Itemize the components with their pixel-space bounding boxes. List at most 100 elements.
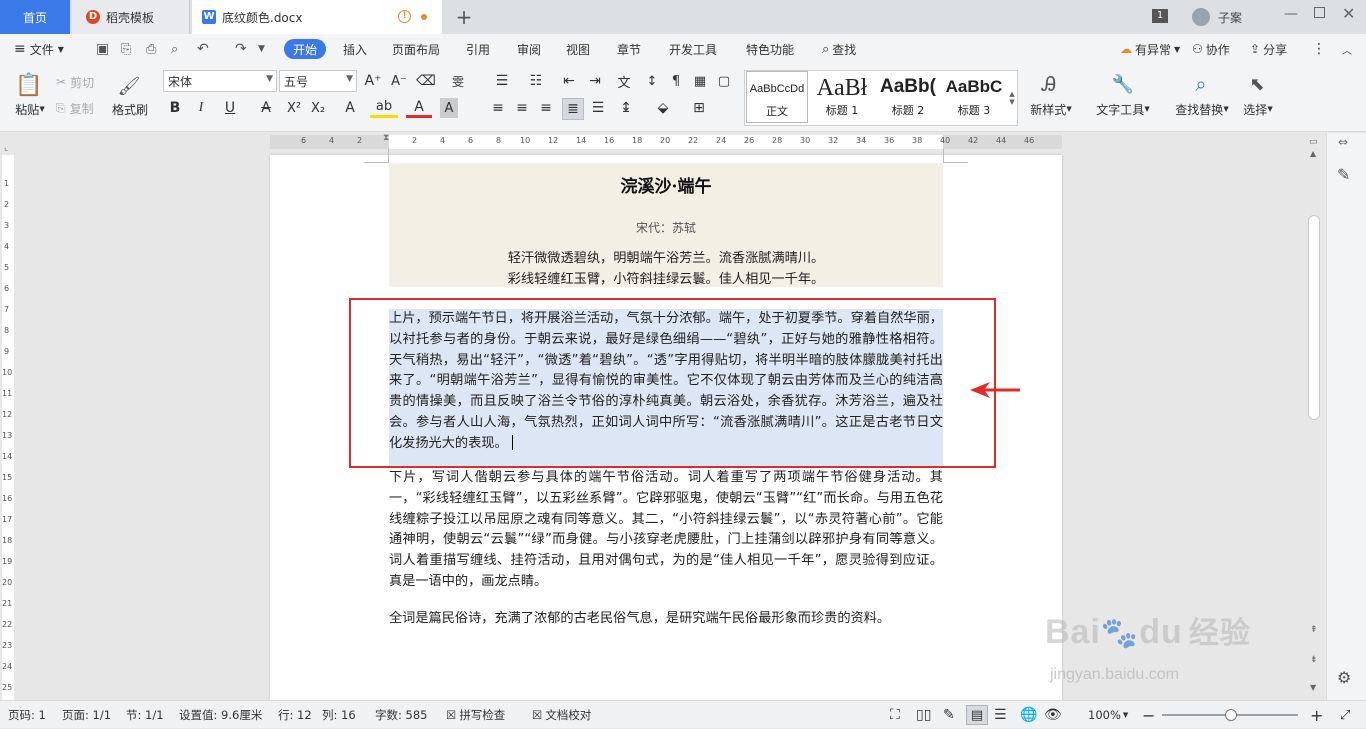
select-cursor-icon[interactable]: ⬉ bbox=[1244, 70, 1270, 98]
doc-proof-button[interactable]: ☒ 文档校对 bbox=[532, 701, 591, 729]
restore-icon[interactable] bbox=[1314, 7, 1325, 18]
paste-icon[interactable]: 📋 bbox=[12, 70, 46, 100]
menu-tab-view[interactable]: 视图 bbox=[566, 34, 590, 64]
page-view-icon[interactable]: ▤ bbox=[966, 705, 988, 725]
line-spacing-icon[interactable]: ↨ bbox=[612, 98, 640, 118]
format-painter-icon[interactable]: 🖌 bbox=[112, 72, 146, 100]
subscript-icon[interactable]: X₂ bbox=[308, 98, 328, 118]
text-tools-icon[interactable]: 🔧 bbox=[1108, 70, 1138, 98]
menu-tab-review[interactable]: 审阅 bbox=[517, 34, 541, 64]
spell-check-button[interactable]: ☒ 拼写检查 bbox=[446, 701, 505, 729]
outline-view-icon[interactable]: ☰ bbox=[994, 701, 1007, 729]
close-icon[interactable]: ✕ bbox=[1342, 4, 1355, 23]
pen-mode-icon[interactable]: ✎ bbox=[943, 701, 955, 729]
style-gallery-scroll-icon[interactable]: ▲ ▼ bbox=[1007, 72, 1017, 124]
style-heading3[interactable]: AaBbC 标题 3 bbox=[942, 72, 1006, 122]
tab-stop-icon[interactable]: ⌞ bbox=[4, 143, 8, 153]
format-painter-button[interactable]: 格式刷 bbox=[108, 101, 152, 117]
export-icon[interactable]: ⎘ bbox=[121, 34, 131, 64]
page-down-icon[interactable]: ⇟ bbox=[1310, 655, 1318, 665]
zoom-level-select[interactable]: 100% ▼ bbox=[1088, 701, 1128, 729]
eye-protect-icon[interactable]: 👁 bbox=[1044, 701, 1062, 729]
collapse-ribbon-icon[interactable]: ︿ bbox=[1342, 34, 1352, 64]
decrease-indent-icon[interactable]: ⇤ bbox=[558, 72, 580, 90]
superscript-icon[interactable]: X² bbox=[284, 98, 304, 118]
undo-icon[interactable]: ↶ bbox=[197, 34, 209, 64]
cut-button[interactable]: ✂ 剪切 bbox=[56, 74, 94, 90]
clear-format-icon[interactable]: ⌫ bbox=[416, 72, 436, 90]
tab-template[interactable]: D 稻壳模板 bbox=[72, 0, 190, 34]
find-replace-button[interactable]: 查找替换 ▼ bbox=[1170, 101, 1234, 117]
grow-font-icon[interactable]: A⁺ bbox=[363, 72, 383, 90]
scroll-up-icon[interactable]: ▲ bbox=[1310, 149, 1316, 158]
bullet-list-icon[interactable]: ☰ bbox=[488, 72, 516, 90]
sort-icon[interactable]: ↕ bbox=[642, 72, 662, 90]
split-view-icon[interactable]: ▭ bbox=[1309, 137, 1318, 147]
window-count-badge[interactable]: 1 bbox=[1152, 9, 1168, 23]
menu-tab-layout[interactable]: 页面布局 bbox=[392, 34, 440, 64]
panel-expand-icon[interactable]: ⇔ bbox=[1338, 135, 1348, 149]
highlight-color-icon[interactable]: ab bbox=[370, 98, 398, 118]
menu-tab-start[interactable]: 开始 bbox=[284, 39, 327, 59]
fullscreen-icon[interactable]: ⛶ bbox=[890, 701, 900, 729]
vertical-scrollbar[interactable]: ▭ ▲ ⇞ ⇟ ▼ bbox=[1304, 137, 1324, 700]
font-size-select[interactable]: 五号 ▼ bbox=[279, 70, 357, 92]
paragraph-border-icon[interactable]: ⊞ bbox=[684, 98, 714, 118]
search-menu[interactable]: ⌕ 查找 bbox=[822, 34, 856, 64]
increase-indent-icon[interactable]: ⇥ bbox=[584, 72, 606, 90]
style-heading1[interactable]: AaBł 标题 1 bbox=[812, 72, 872, 122]
sync-status[interactable]: ☁ 有异常 ▼ bbox=[1120, 34, 1180, 64]
zoom-in-icon[interactable]: + bbox=[1310, 701, 1323, 729]
scroll-down-icon[interactable]: ▼ bbox=[1310, 683, 1316, 692]
edit-pen-icon[interactable]: ✎ bbox=[1337, 165, 1350, 184]
chinese-layout-icon[interactable]: 文 bbox=[610, 72, 638, 91]
page-up-icon[interactable]: ⇞ bbox=[1310, 625, 1318, 635]
settings-icon[interactable]: ⚙ bbox=[1337, 668, 1351, 687]
share-button[interactable]: ⇪ 分享 bbox=[1250, 34, 1287, 64]
fit-window-icon[interactable]: ⤢ bbox=[1340, 701, 1350, 729]
italic-icon[interactable]: I bbox=[192, 98, 210, 118]
redo-icon[interactable]: ↷ bbox=[235, 34, 247, 64]
zoom-slider-thumb[interactable] bbox=[1225, 709, 1237, 721]
select-button[interactable]: 选择 ▼ bbox=[1238, 101, 1278, 117]
new-tab-button[interactable]: + bbox=[450, 0, 478, 34]
status-page-number[interactable]: 页码: 1 bbox=[8, 701, 46, 729]
bold-icon[interactable]: B bbox=[166, 98, 184, 118]
shading-fill-icon[interactable]: ⬙ bbox=[648, 98, 678, 118]
style-normal[interactable]: AaBbCcDd 正文 bbox=[746, 71, 808, 123]
text-effect-icon[interactable]: A bbox=[336, 98, 364, 118]
menu-tab-insert[interactable]: 插入 bbox=[343, 34, 367, 64]
paragraph-3[interactable]: 全词是篇民俗诗，充满了浓郁的古老民俗气息，是研究端午民俗最形象而珍贵的资料。 bbox=[389, 609, 943, 630]
zoom-out-icon[interactable]: − bbox=[1142, 701, 1155, 729]
tab-document[interactable]: W 底纹颜色.docx ! bbox=[192, 0, 442, 34]
find-replace-icon[interactable]: ⌕ bbox=[1186, 70, 1216, 98]
preview-icon[interactable]: ⌕ bbox=[171, 34, 178, 64]
file-menu[interactable]: ≡ 文件 ▼ bbox=[14, 34, 64, 64]
tab-home[interactable]: 首页 bbox=[0, 0, 70, 34]
more-options-icon[interactable]: ⋮ bbox=[1312, 34, 1326, 64]
user-avatar[interactable] bbox=[1192, 8, 1210, 26]
user-name[interactable]: 子案 bbox=[1218, 9, 1242, 26]
menu-tab-features[interactable]: 特色功能 bbox=[746, 34, 794, 64]
strikethrough-icon[interactable]: A bbox=[252, 98, 280, 118]
shrink-font-icon[interactable]: A⁻ bbox=[389, 72, 409, 90]
align-right-icon[interactable]: ≡ bbox=[536, 98, 556, 118]
warning-icon[interactable]: ! bbox=[398, 10, 411, 23]
status-pages[interactable]: 页面: 1/1 bbox=[62, 701, 111, 729]
align-center-icon[interactable]: ≡ bbox=[512, 98, 532, 118]
distribute-icon[interactable]: ☰ bbox=[588, 98, 608, 118]
underline-icon[interactable]: U bbox=[216, 98, 244, 118]
align-left-icon[interactable]: ≡ bbox=[488, 98, 508, 118]
font-color-icon[interactable]: A bbox=[406, 98, 432, 118]
table-icon[interactable]: ▦ bbox=[690, 72, 710, 90]
numbered-list-icon[interactable]: ☷ bbox=[522, 72, 550, 90]
font-name-select[interactable]: 宋体 ▼ bbox=[163, 70, 277, 92]
indent-marker-icon[interactable]: ⧗ bbox=[383, 133, 389, 143]
status-word-count[interactable]: 字数: 585 bbox=[375, 701, 427, 729]
menu-tab-chapter[interactable]: 章节 bbox=[617, 34, 641, 64]
scrollbar-thumb[interactable] bbox=[1308, 215, 1320, 420]
minimize-icon[interactable]: — bbox=[1284, 6, 1298, 22]
paragraph-2[interactable]: 下片，写词人偕朝云参与具体的端午节俗活动。词人着重写了两项端午节俗健身活动。其一… bbox=[389, 468, 943, 593]
phonetic-guide-icon[interactable]: 雯 bbox=[443, 72, 473, 90]
status-setting[interactable]: 设置值: 9.6厘米 bbox=[179, 701, 262, 729]
